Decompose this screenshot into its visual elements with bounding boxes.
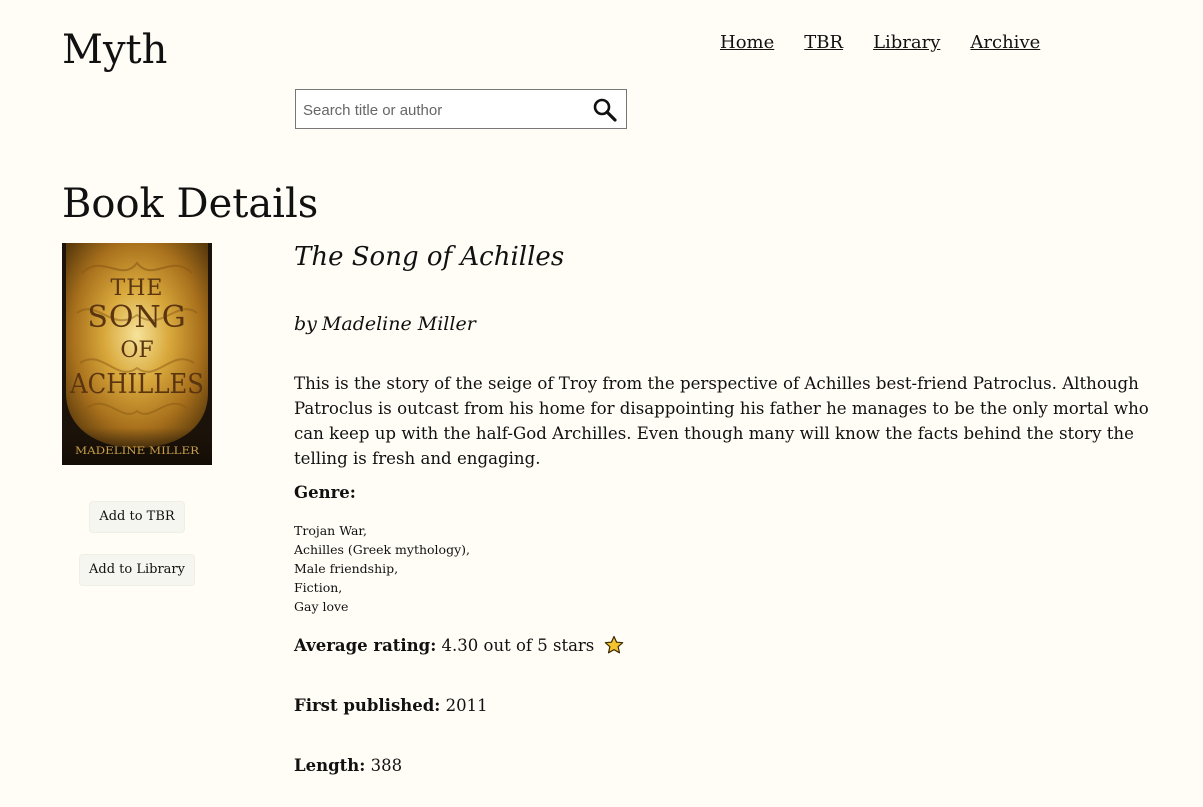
genre-item: Male friendship, bbox=[294, 561, 399, 576]
published-label: First published: bbox=[294, 696, 441, 715]
nav-home-link[interactable]: Home bbox=[720, 32, 774, 54]
main-nav: Home TBR Library Archive bbox=[720, 32, 1040, 54]
first-published: First published: 2011 bbox=[294, 694, 488, 718]
search-icon[interactable] bbox=[592, 97, 618, 123]
genre-item: Trojan War, bbox=[294, 523, 367, 538]
average-rating: Average rating: 4.30 out of 5 stars bbox=[294, 634, 624, 662]
genre-label: Genre: bbox=[294, 483, 356, 502]
page-title: Book Details bbox=[62, 181, 319, 227]
star-icon bbox=[604, 635, 624, 662]
length-label: Length: bbox=[294, 756, 366, 775]
book-description: This is the story of the seige of Troy f… bbox=[294, 374, 1149, 468]
cover-title-line: ACHILLES bbox=[69, 369, 204, 400]
nav-library-link[interactable]: Library bbox=[873, 32, 940, 54]
length-pages: 388 bbox=[370, 756, 403, 775]
site-logo[interactable]: Myth bbox=[62, 26, 167, 74]
genre-item: Achilles (Greek mythology), bbox=[294, 542, 470, 557]
cover-author: MADELINE MILLER bbox=[75, 446, 200, 457]
genre-item: Gay love bbox=[294, 599, 349, 614]
cover-title-line: OF bbox=[120, 338, 153, 363]
rating-label: Average rating: bbox=[294, 636, 437, 655]
author-prefix: by bbox=[294, 313, 317, 335]
add-to-tbr-button[interactable]: Add to TBR bbox=[89, 501, 185, 533]
published-year: 2011 bbox=[445, 696, 488, 715]
nav-archive-link[interactable]: Archive bbox=[970, 32, 1040, 54]
nav-tbr-link[interactable]: TBR bbox=[804, 32, 843, 54]
rating-value: 4.30 out of 5 stars bbox=[441, 636, 595, 655]
author-name: Madeline Miller bbox=[321, 313, 476, 335]
book-title: The Song of Achilles bbox=[294, 242, 565, 272]
add-to-library-button[interactable]: Add to Library bbox=[79, 554, 195, 586]
search-input[interactable] bbox=[303, 100, 583, 120]
genre-item: Fiction, bbox=[294, 580, 343, 595]
cover-title-line: THE bbox=[111, 276, 164, 301]
genre-list: Trojan War, Achilles (Greek mythology), … bbox=[294, 521, 470, 616]
book-cover-image: THE SONG OF ACHILLES MADELINE MILLER bbox=[62, 243, 212, 465]
cover-title-line: SONG bbox=[87, 300, 186, 335]
search-box bbox=[295, 89, 627, 129]
book-length: Length: 388 bbox=[294, 754, 402, 778]
book-author: by Madeline Miller bbox=[294, 310, 476, 338]
